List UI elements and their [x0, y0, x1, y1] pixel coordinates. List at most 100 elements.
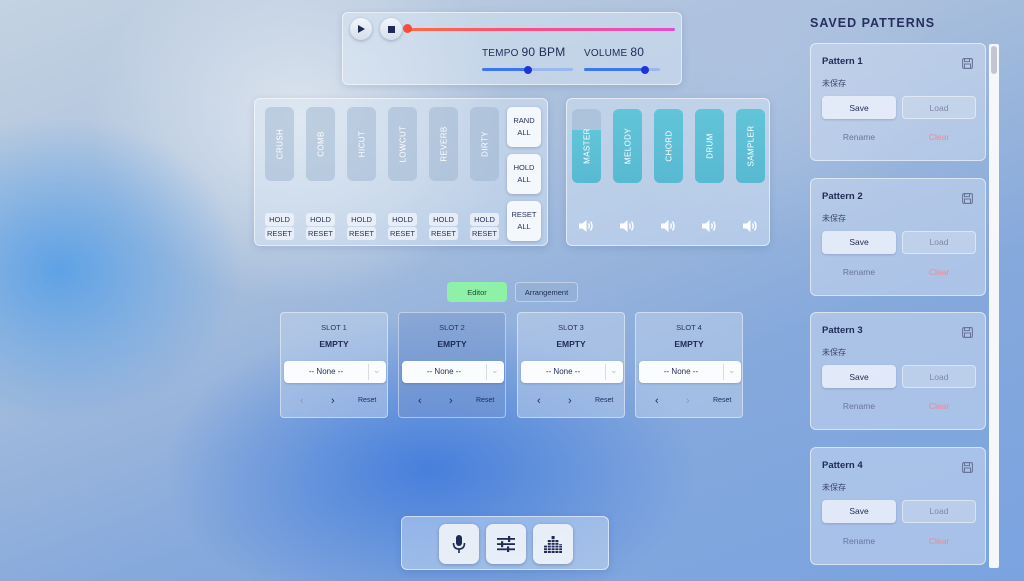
mute-button[interactable]	[620, 219, 636, 233]
play-icon	[358, 25, 365, 33]
mixer-fader[interactable]: DRUM	[695, 109, 724, 183]
mute-button[interactable]	[579, 219, 595, 233]
mixer-channel-label: CHORD	[664, 130, 673, 162]
tempo-slider-handle[interactable]	[523, 65, 532, 74]
pattern-save-button[interactable]: Save	[822, 230, 896, 254]
slot-status: EMPTY	[319, 339, 349, 349]
slot-title: SLOT 1	[321, 323, 347, 332]
reset-all-button[interactable]: RESET ALL	[507, 201, 541, 241]
fx-reset-button[interactable]: RESET	[306, 227, 335, 240]
fx-pad[interactable]: COMB	[306, 107, 335, 181]
mixer-fader[interactable]: MELODY	[613, 109, 642, 183]
fx-reset-button[interactable]: RESET	[265, 227, 294, 240]
fx-hold-button[interactable]: HOLD	[470, 213, 499, 226]
mixer-channel-label: MASTER	[582, 128, 591, 164]
scrollbar-thumb[interactable]	[991, 46, 997, 74]
previous-arrow-icon[interactable]: ‹	[537, 395, 541, 407]
scrollbar-track[interactable]	[989, 44, 999, 568]
tab-editor[interactable]: Editor	[447, 282, 507, 302]
pattern-clear-button[interactable]: Clear	[902, 395, 976, 417]
fx-reset-button[interactable]: RESET	[388, 227, 417, 240]
slot-reset-button[interactable]: Reset	[476, 397, 494, 404]
microphone-button[interactable]	[439, 524, 479, 564]
slot-select[interactable]: -- None -- ⌄	[402, 361, 504, 383]
pattern-load-button[interactable]: Load	[902, 499, 976, 523]
slot-select[interactable]: -- None -- ⌄	[284, 361, 386, 383]
chevron-down-icon: ⌄	[728, 365, 736, 375]
fx-hold-button[interactable]: HOLD	[429, 213, 458, 226]
pattern-clear-button[interactable]: Clear	[902, 126, 976, 148]
next-arrow-icon[interactable]: ›	[331, 395, 335, 407]
tab-arrangement[interactable]: Arrangement	[515, 282, 578, 302]
pattern-clear-button[interactable]: Clear	[902, 261, 976, 283]
fx-pad[interactable]: HICUT	[347, 107, 376, 181]
fx-hold-button[interactable]: HOLD	[265, 213, 294, 226]
slot-status: EMPTY	[556, 339, 586, 349]
pattern-rename-button[interactable]: Rename	[822, 395, 896, 417]
previous-arrow-icon[interactable]: ‹	[418, 395, 422, 407]
hold-all-button[interactable]: HOLD ALL	[507, 154, 541, 194]
tempo-readout: TEMPO 90 BPM	[482, 45, 565, 59]
fx-reset-button[interactable]: RESET	[470, 227, 499, 240]
mixer-sliders-button[interactable]	[486, 524, 526, 564]
fx-hold-button[interactable]: HOLD	[347, 213, 376, 226]
fx-reset-button[interactable]: RESET	[347, 227, 376, 240]
slot-card: SLOT 4 EMPTY -- None -- ⌄ ‹ › Reset	[635, 312, 743, 418]
fx-hold-button[interactable]: HOLD	[306, 213, 335, 226]
play-button[interactable]	[350, 18, 372, 40]
mixer-fader[interactable]: CHORD	[654, 109, 683, 183]
slot-reset-button[interactable]: Reset	[713, 397, 731, 404]
rand-all-button[interactable]: RAND ALL	[507, 107, 541, 147]
fx-reset-button[interactable]: RESET	[429, 227, 458, 240]
mixer-fader[interactable]: SAMPLER	[736, 109, 765, 183]
pattern-rename-button[interactable]: Rename	[822, 126, 896, 148]
pattern-rename-button[interactable]: Rename	[822, 261, 896, 283]
slot-reset-button[interactable]: Reset	[358, 397, 376, 404]
previous-arrow-icon[interactable]: ‹	[300, 395, 304, 407]
fx-pad[interactable]: LOWCUT	[388, 107, 417, 181]
progress-bar[interactable]	[407, 28, 675, 31]
slot-select[interactable]: -- None -- ⌄	[639, 361, 741, 383]
pattern-load-button[interactable]: Load	[902, 230, 976, 254]
stop-icon	[387, 25, 395, 33]
pattern-rename-button[interactable]: Rename	[822, 530, 896, 552]
pattern-save-button[interactable]: Save	[822, 499, 896, 523]
fx-label: COMB	[316, 131, 325, 157]
mute-button[interactable]	[702, 219, 718, 233]
pattern-clear-button[interactable]: Clear	[902, 530, 976, 552]
slot-card: SLOT 1 EMPTY -- None -- ⌄ ‹ › Reset	[280, 312, 388, 418]
slot-title: SLOT 4	[676, 323, 702, 332]
slot-select-value: -- None --	[308, 367, 344, 376]
fx-label: DIRTY	[480, 131, 489, 157]
fx-pad[interactable]: DIRTY	[470, 107, 499, 181]
next-arrow-icon[interactable]: ›	[686, 395, 690, 407]
stop-button[interactable]	[380, 18, 402, 40]
tempo-slider[interactable]	[482, 65, 573, 74]
pattern-save-button[interactable]: Save	[822, 96, 896, 119]
mixer-fader[interactable]: MASTER	[572, 109, 601, 183]
pattern-save-state: 未保存	[822, 348, 846, 357]
fx-hold-button[interactable]: HOLD	[388, 213, 417, 226]
fx-column: HICUT HOLD RESET	[347, 107, 376, 240]
slot-card: SLOT 3 EMPTY -- None -- ⌄ ‹ › Reset	[517, 312, 625, 418]
equalizer-button[interactable]	[533, 524, 573, 564]
floppy-disk-icon	[962, 325, 973, 338]
volume-slider[interactable]	[584, 65, 660, 74]
mute-button[interactable]	[661, 219, 677, 233]
next-arrow-icon[interactable]: ›	[449, 395, 453, 407]
pattern-save-button[interactable]: Save	[822, 365, 896, 388]
next-arrow-icon[interactable]: ›	[568, 395, 572, 407]
mute-button[interactable]	[743, 219, 759, 233]
slot-reset-button[interactable]: Reset	[595, 397, 613, 404]
fx-pad[interactable]: REVERB	[429, 107, 458, 181]
pattern-load-button[interactable]: Load	[902, 365, 976, 388]
fx-column: CRUSH HOLD RESET	[265, 107, 294, 240]
progress-handle[interactable]	[403, 24, 412, 33]
volume-slider-handle[interactable]	[640, 65, 649, 74]
fx-column: DIRTY HOLD RESET	[470, 107, 499, 240]
slot-select[interactable]: -- None -- ⌄	[521, 361, 623, 383]
fx-pad[interactable]: CRUSH	[265, 107, 294, 181]
pattern-name: Pattern 4	[822, 459, 863, 471]
previous-arrow-icon[interactable]: ‹	[655, 395, 659, 407]
pattern-load-button[interactable]: Load	[902, 96, 976, 119]
